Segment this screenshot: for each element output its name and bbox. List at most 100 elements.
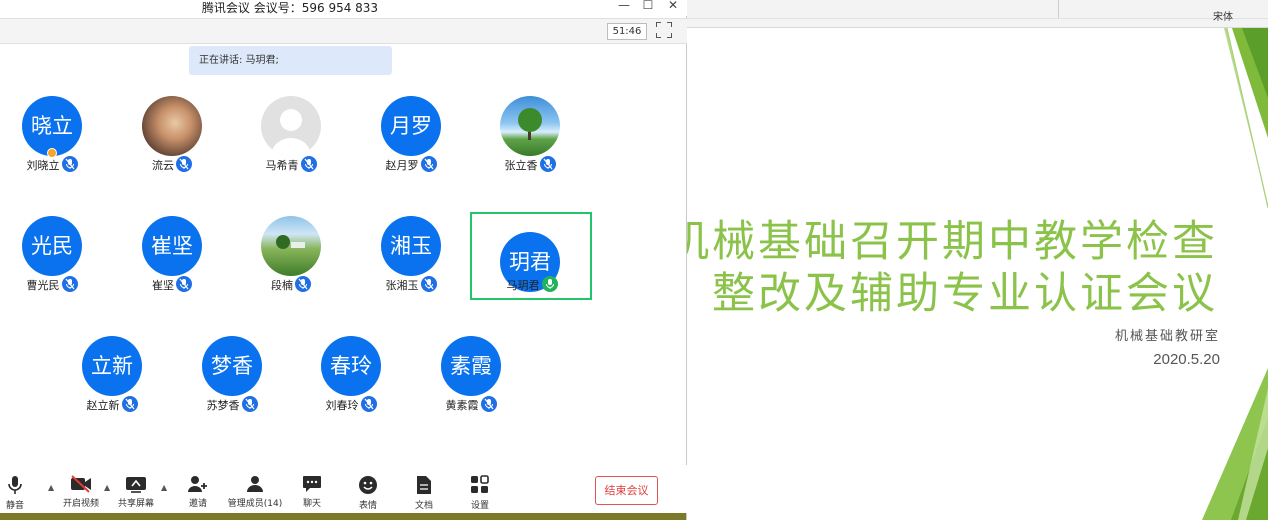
participant-name-text: 曹光民 (26, 279, 60, 292)
camera-off-icon (71, 475, 91, 493)
members-icon (247, 476, 263, 492)
default-person-icon (261, 96, 321, 156)
participant-name: 曹光民 (0, 276, 112, 293)
slide-title-line1: 机械基础召开期中教学检查 (686, 217, 1218, 267)
mic-muted-icon (293, 276, 311, 292)
mic-muted-icon (174, 276, 192, 292)
participant-tile[interactable]: 春玲刘春玲 (291, 336, 411, 426)
speaking-indicator: 正在讲话: 马玥君; (189, 46, 392, 75)
mic-muted-icon (299, 156, 317, 172)
avatar: 梦香 (202, 336, 262, 396)
participant-tile[interactable]: 玥君 马玥君 (470, 212, 592, 300)
participant-name: 马希青 (231, 156, 351, 173)
title-bar: 腾讯会议 会议号：596 954 833 — ☐ ✕ (0, 0, 687, 16)
participant-name-text: 马玥君 (506, 279, 540, 292)
participant-name-text: 马希青 (265, 159, 299, 172)
participant-name: 段楠 (231, 276, 351, 293)
meeting-toolbar: 静音 ▲ 开启视频 ▲ 共享屏幕 ▲ 邀请 管理成员(14) 聊天 表情 文档 … (0, 465, 687, 513)
invite-icon (188, 476, 207, 492)
manage-members-label: 管理成员(14) (227, 499, 283, 509)
ppt-ribbon: 宋体 (686, 0, 1268, 28)
participant-name-text: 刘春玲 (325, 399, 359, 412)
avatar: 素霞 (441, 336, 501, 396)
slide-department: 机械基础教研室 (1114, 329, 1220, 344)
mic-muted-icon (240, 396, 258, 412)
fullscreen-icon[interactable] (656, 22, 672, 38)
participant-name-text: 张湘玉 (385, 279, 419, 292)
participant-tile[interactable]: 马希青 (231, 96, 351, 186)
meeting-timer: 51:46 (607, 23, 647, 40)
maximize-icon[interactable]: ☐ (638, 0, 658, 12)
share-options-caret-icon[interactable]: ▲ (161, 483, 167, 492)
participant-tile[interactable]: 张立香 (470, 96, 590, 186)
docs-button[interactable]: 文档 (395, 465, 453, 511)
participant-tile[interactable]: 立新赵立新 (52, 336, 172, 426)
avatar-photo (142, 96, 202, 156)
participant-tile[interactable]: 素霞黄素霞 (411, 336, 531, 426)
participant-name-text: 刘晓立 (26, 159, 60, 172)
settings-button[interactable]: 设置 (451, 465, 509, 511)
presentation-slide: 机械基础召开期中教学检查 整改及辅助专业认证会议 机械基础教研室 2020.5.… (686, 28, 1268, 520)
video-button[interactable]: 开启视频 (52, 465, 110, 509)
participant-tile[interactable]: 流云 (112, 96, 232, 186)
participant-name: 刘春玲 (291, 396, 411, 413)
slide-title: 机械基础召开期中教学检查 整改及辅助专业认证会议 (686, 216, 1218, 320)
participant-name-text: 崔坚 (152, 279, 174, 292)
mic-muted-icon (120, 396, 138, 412)
avatar: 晓立 (22, 96, 82, 156)
participant-name-text: 苏梦香 (206, 399, 240, 412)
mic-muted-icon (359, 396, 377, 412)
chat-button[interactable]: 聊天 (283, 465, 341, 509)
emoji-label: 表情 (358, 501, 377, 511)
participant-name: 马玥君 (472, 276, 592, 293)
emoji-button[interactable]: 表情 (339, 465, 397, 511)
participant-name-text: 黄素霞 (445, 399, 479, 412)
share-screen-button[interactable]: 共享屏幕 (107, 465, 165, 509)
font-name-field[interactable]: 宋体 (1213, 8, 1233, 23)
avatar: 春玲 (321, 336, 381, 396)
invite-button[interactable]: 邀请 (169, 465, 227, 509)
mic-on-icon (540, 276, 558, 292)
share-screen-label: 共享屏幕 (117, 499, 154, 509)
participant-tile[interactable]: 晓立刘晓立 (0, 96, 112, 186)
mic-muted-icon (479, 396, 497, 412)
docs-label: 文档 (414, 501, 433, 511)
close-icon[interactable]: ✕ (663, 0, 683, 12)
participant-tile[interactable]: 崔坚 崔坚 (112, 216, 232, 306)
participant-tile[interactable]: 段楠 (231, 216, 351, 306)
mic-muted-icon (174, 156, 192, 172)
participant-name-text: 段楠 (271, 279, 293, 292)
mic-muted-icon (538, 156, 556, 172)
video-label: 开启视频 (62, 499, 99, 509)
participant-name-text: 张立香 (504, 159, 538, 172)
participant-tile[interactable]: 湘玉 张湘玉 (351, 216, 471, 306)
end-meeting-button[interactable]: 结束会议 (595, 476, 658, 505)
participant-tile[interactable]: 月罗 赵月罗 (351, 96, 471, 186)
participant-tile[interactable]: 光民曹光民 (0, 216, 112, 306)
avatar: 立新 (82, 336, 142, 396)
participant-name-text: 赵月罗 (385, 159, 419, 172)
invite-label: 邀请 (188, 499, 207, 509)
ribbon-separator (1058, 0, 1059, 18)
emoji-icon (359, 476, 377, 494)
slide-title-line2: 整改及辅助专业认证会议 (712, 269, 1218, 319)
minimize-icon[interactable]: — (614, 0, 634, 12)
manage-members-button[interactable]: 管理成员(14) (226, 465, 284, 509)
participant-tile[interactable]: 梦香苏梦香 (172, 336, 292, 426)
taskbar-fragment (0, 513, 686, 520)
settings-grid-icon (471, 475, 489, 493)
meeting-window: 腾讯会议 会议号：596 954 833 — ☐ ✕ 51:46 正在讲话: 马… (0, 0, 687, 520)
participant-name: 黄素霞 (411, 396, 531, 413)
mic-muted-icon (60, 276, 78, 292)
participant-name-text: 赵立新 (86, 399, 120, 412)
mute-label: 静音 (5, 501, 24, 511)
participant-name: 崔坚 (112, 276, 232, 293)
avatar-photo (500, 96, 560, 156)
avatar: 光民 (22, 216, 82, 276)
mute-button[interactable]: 静音 (0, 465, 44, 511)
chat-icon (303, 476, 321, 492)
ribbon-divider (686, 18, 1268, 19)
chat-label: 聊天 (302, 499, 321, 509)
document-icon (417, 476, 431, 494)
participant-name-text: 流云 (152, 159, 174, 172)
